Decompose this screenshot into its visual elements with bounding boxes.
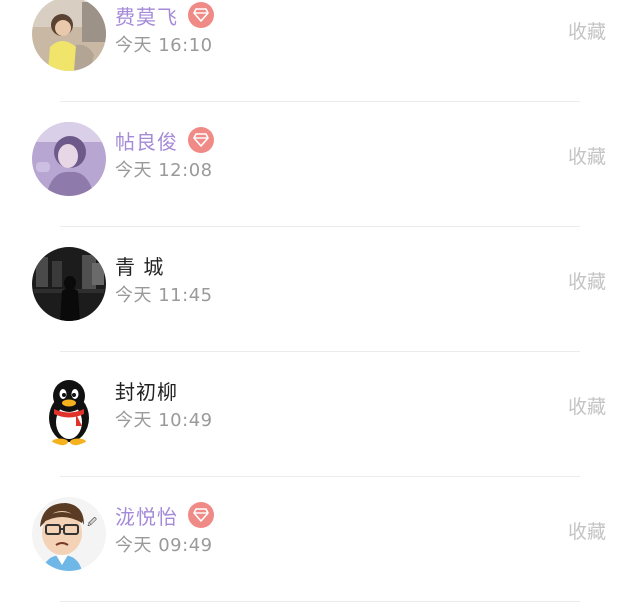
message-time: 今天 09:49 xyxy=(115,535,213,556)
row-divider xyxy=(60,601,580,602)
diamond-icon xyxy=(193,8,209,22)
message-time: 今天 12:08 xyxy=(115,160,213,181)
cartoon-glasses-avatar-icon: 🖉 xyxy=(32,497,106,571)
avatar[interactable]: 🖉 xyxy=(32,497,106,571)
photo-avatar-girl-purple-icon xyxy=(32,122,106,196)
diamond-icon xyxy=(193,508,209,522)
name-line: 费莫飞 xyxy=(115,0,214,30)
name-line: 青 城 xyxy=(115,250,164,280)
favorite-button[interactable]: 收藏 xyxy=(568,392,606,419)
favorite-button[interactable]: 收藏 xyxy=(568,142,606,169)
vip-diamond-badge xyxy=(188,502,214,528)
message-time: 今天 11:45 xyxy=(115,285,213,306)
favorite-button[interactable]: 收藏 xyxy=(568,517,606,544)
contact-row[interactable]: 🖉 泷悦怡 今天 09:49 收藏 xyxy=(0,477,640,602)
photo-avatar-dark-street-icon xyxy=(32,247,106,321)
vip-diamond-badge xyxy=(188,127,214,153)
name-line: 封初柳 xyxy=(115,375,178,405)
contact-row[interactable]: 帖良俊 今天 12:08 收藏 xyxy=(0,102,640,227)
contact-name[interactable]: 帖良俊 xyxy=(115,126,178,155)
contact-row[interactable]: 费莫飞 今天 16:10 收藏 xyxy=(0,0,640,102)
svg-text:🖉: 🖉 xyxy=(87,517,97,528)
contact-name[interactable]: 泷悦怡 xyxy=(115,501,178,530)
name-line: 帖良俊 xyxy=(115,125,214,155)
avatar[interactable] xyxy=(32,122,106,196)
contact-list: 费莫飞 今天 16:10 收藏 帖良俊 今天 12:08 收藏 青 城 今天 1… xyxy=(0,0,640,602)
contact-name[interactable]: 费莫飞 xyxy=(115,1,178,30)
avatar[interactable] xyxy=(32,247,106,321)
message-time: 今天 10:49 xyxy=(115,410,213,431)
contact-name[interactable]: 青 城 xyxy=(115,251,164,280)
photo-avatar-girl-yellow-icon xyxy=(32,0,106,71)
message-time: 今天 16:10 xyxy=(115,35,213,56)
contact-row[interactable]: 青 城 今天 11:45 收藏 xyxy=(0,227,640,352)
vip-diamond-badge xyxy=(188,2,214,28)
avatar[interactable] xyxy=(32,372,106,446)
favorite-button[interactable]: 收藏 xyxy=(568,267,606,294)
contact-row[interactable]: 封初柳 今天 10:49 收藏 xyxy=(0,352,640,477)
name-line: 泷悦怡 xyxy=(115,500,214,530)
favorite-button[interactable]: 收藏 xyxy=(568,17,606,44)
diamond-icon xyxy=(193,133,209,147)
contact-name[interactable]: 封初柳 xyxy=(115,376,178,405)
avatar[interactable] xyxy=(32,0,106,71)
qq-penguin-icon xyxy=(32,372,106,446)
